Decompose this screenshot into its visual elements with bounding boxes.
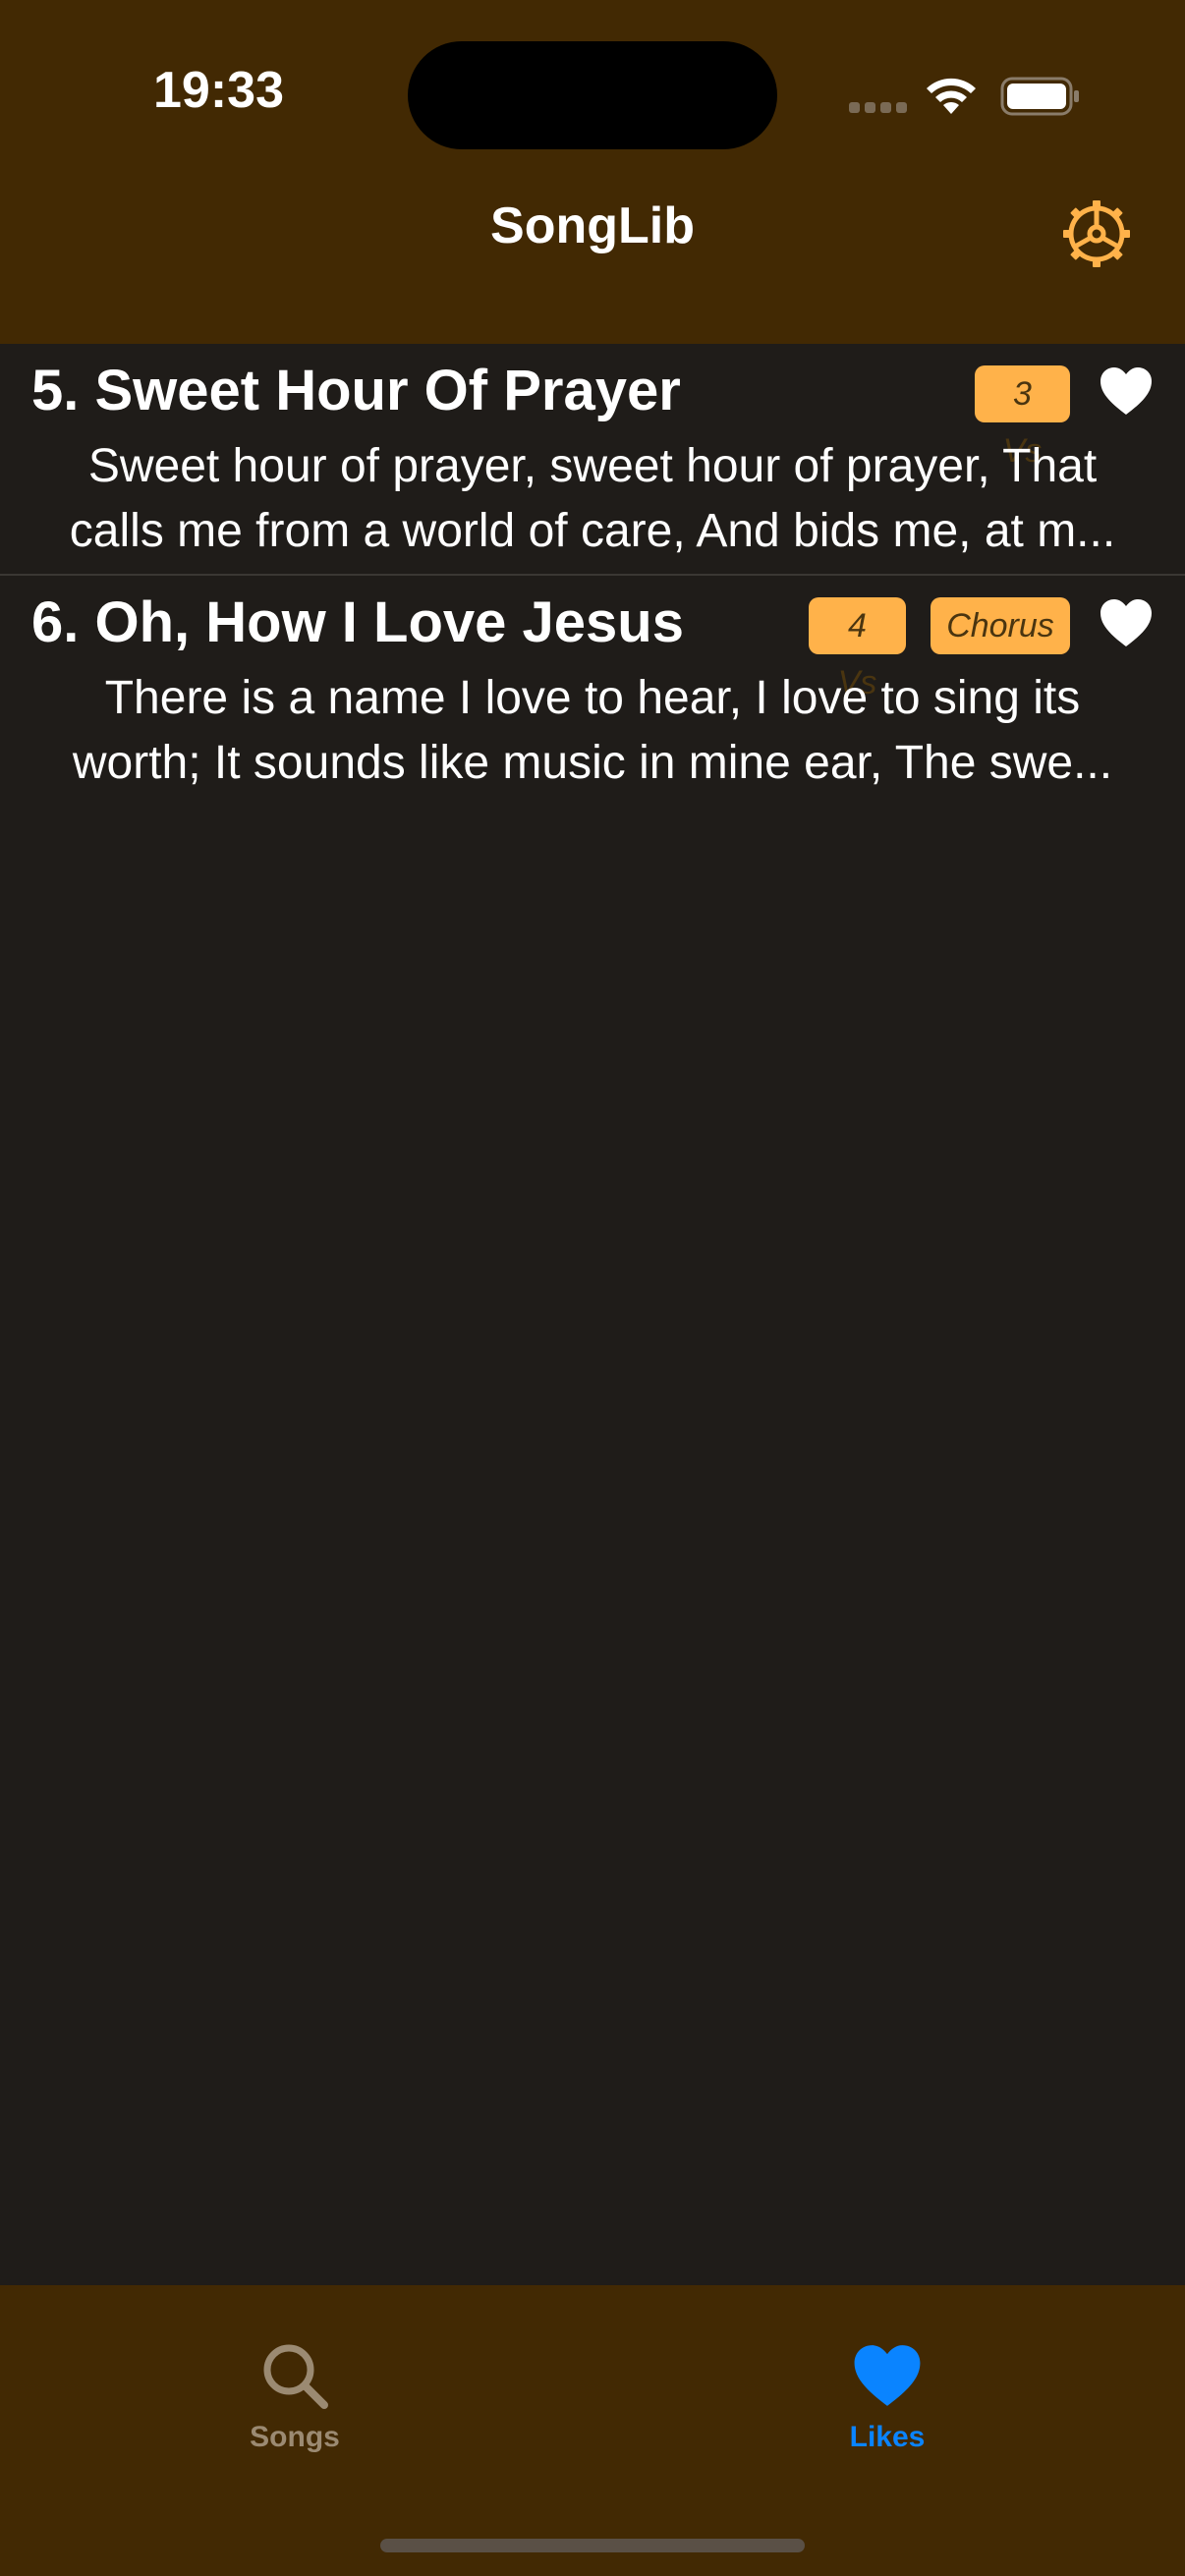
song-list: 5. Sweet Hour Of Prayer 3 Vs Sweet hour … xyxy=(0,344,1185,808)
song-title: 6. Oh, How I Love Jesus xyxy=(31,590,684,654)
cellular-signal-icon xyxy=(849,102,908,116)
home-indicator xyxy=(380,2539,805,2552)
dynamic-island xyxy=(408,41,777,149)
song-title: 5. Sweet Hour Of Prayer xyxy=(31,359,681,422)
tab-likes[interactable]: Likes xyxy=(740,2340,1035,2478)
song-preview-line: There is a name I love to hear, I love t… xyxy=(104,672,1081,724)
verse-count-badge: 4 Vs xyxy=(809,597,906,701)
song-row[interactable]: 6. Oh, How I Love Jesus 4 Vs Chorus Ther… xyxy=(0,576,1185,808)
song-preview-line: calls me from a world of care, And bids … xyxy=(69,505,1116,557)
heart-icon xyxy=(854,2345,921,2406)
tab-songs-label: Songs xyxy=(250,2421,340,2453)
tab-likes-label: Likes xyxy=(849,2421,926,2453)
header: 19:33 SongLib xyxy=(0,0,1185,344)
song-preview: There is a name I love to hear, I love t… xyxy=(29,666,1156,796)
song-preview-line: Sweet hour of prayer, sweet hour of pray… xyxy=(87,440,1098,492)
tab-songs[interactable]: Songs xyxy=(147,2340,442,2478)
search-icon xyxy=(263,2344,328,2409)
settings-button[interactable] xyxy=(1059,196,1134,271)
heart-icon[interactable] xyxy=(1099,597,1154,648)
battery-icon xyxy=(1000,77,1079,116)
gear-icon xyxy=(1063,200,1130,267)
status-time: 19:33 xyxy=(153,62,284,119)
screen: 19:33 SongLib 5. Sweet Hour Of Prayer 3 … xyxy=(0,0,1185,2576)
chorus-badge: Chorus xyxy=(931,597,1070,654)
song-row[interactable]: 5. Sweet Hour Of Prayer 3 Vs Sweet hour … xyxy=(0,344,1185,576)
song-preview: Sweet hour of prayer, sweet hour of pray… xyxy=(29,434,1156,564)
tab-bar: Songs Likes xyxy=(0,2285,1185,2576)
heart-icon[interactable] xyxy=(1099,365,1154,417)
verse-count-badge: 3 Vs xyxy=(975,365,1070,470)
song-preview-line: worth; It sounds like music in mine ear,… xyxy=(72,737,1113,789)
app-title: SongLib xyxy=(490,197,695,254)
wifi-icon xyxy=(927,78,976,114)
